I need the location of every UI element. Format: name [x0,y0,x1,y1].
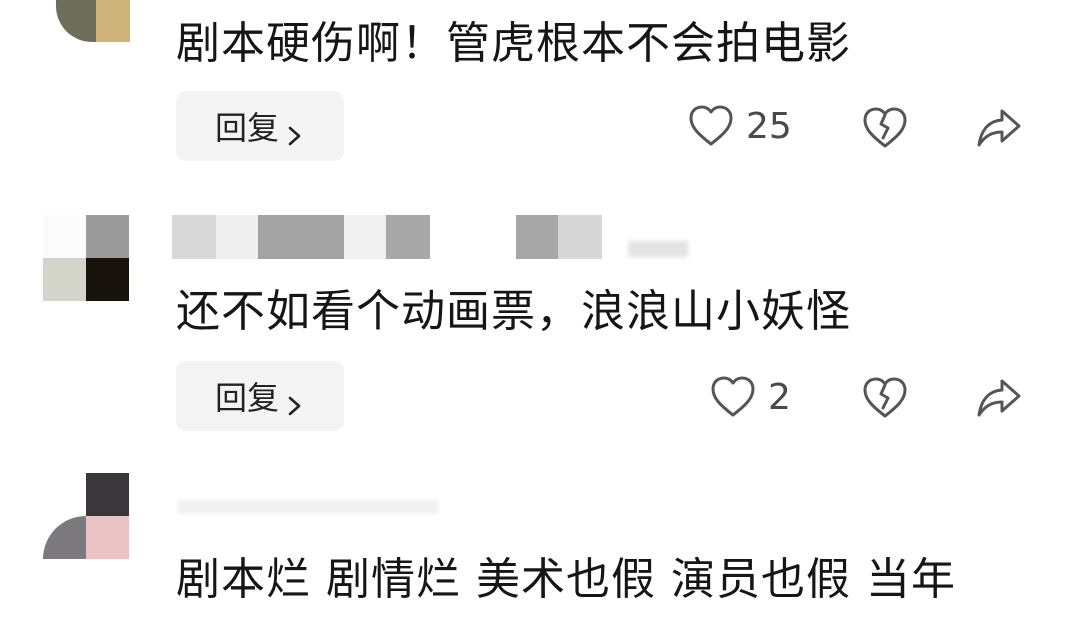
like-button[interactable]: 2 [710,375,791,419]
avatar-pixel [86,516,129,559]
like-count: 2 [768,376,791,418]
reply-label: 回复 [214,109,279,147]
avatar[interactable] [43,215,129,301]
reply-label: 回复 [214,379,279,417]
like-button[interactable]: 25 [688,104,792,148]
redaction-pixel [558,215,602,259]
chevron-right-icon [285,386,305,416]
redaction-pixel [344,215,386,259]
avatar-pixel [86,215,129,258]
avatar-pixel [43,473,86,516]
reply-button[interactable]: 回复 [176,91,344,161]
avatar-pixel [86,258,129,301]
comment-text: 剧本硬伤啊！管虎根本不会拍电影 [176,18,851,69]
share-icon [976,106,1022,150]
username-redacted [172,215,688,259]
chevron-right-icon [285,116,305,146]
avatar-pixel [96,0,130,42]
broken-heart-icon [862,376,908,420]
share-button[interactable] [976,376,1022,420]
redaction-pixel [386,215,430,259]
avatar-pixel [86,473,129,516]
heart-icon [710,375,756,419]
dislike-button[interactable] [862,106,908,150]
reply-button[interactable]: 回复 [176,361,344,431]
username-redacted [178,500,438,514]
redaction-pixel [172,215,216,259]
avatar-pixel [43,258,86,301]
dislike-button[interactable] [862,376,908,420]
heart-icon [688,104,734,148]
avatar-pixel [56,0,96,42]
share-icon [976,376,1022,420]
redaction-pixel [628,241,688,257]
comment-text: 剧本烂 剧情烂 美术也假 演员也假 当年 [176,554,956,605]
redaction-pixel [516,215,558,259]
share-button[interactable] [976,106,1022,150]
like-count: 25 [746,105,792,147]
comment-text: 还不如看个动画票，浪浪山小妖怪 [176,286,851,337]
avatar[interactable] [56,0,130,42]
broken-heart-icon [862,106,908,150]
avatar-pixel [43,215,86,258]
avatar-pixel [43,516,86,559]
redaction-pixel [258,215,344,259]
redaction-pixel [216,215,258,259]
avatar[interactable] [43,473,129,559]
